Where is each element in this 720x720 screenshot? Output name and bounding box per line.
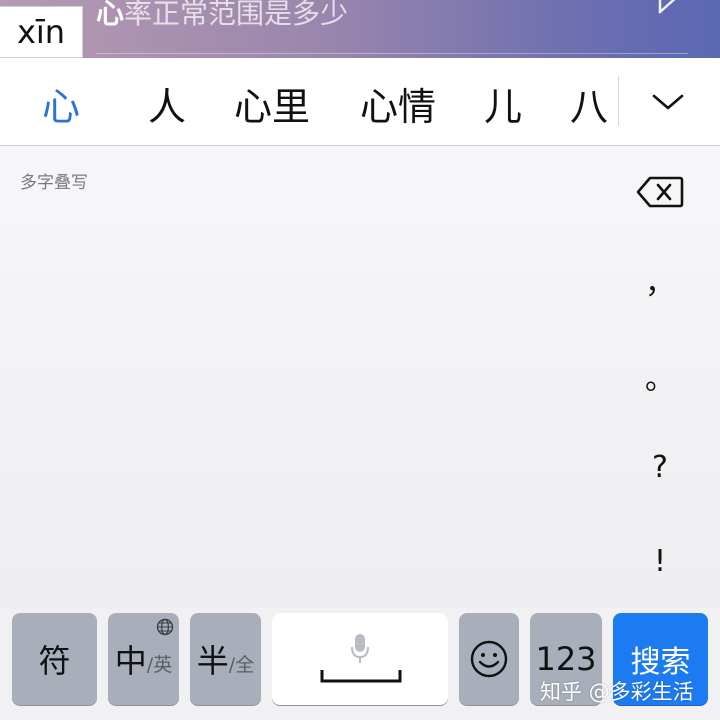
handwriting-area[interactable]: 多字叠写 ， 。 ? ! — [0, 146, 720, 608]
half-width-label: 半 — [196, 642, 229, 680]
back-arrow-icon[interactable] — [654, 0, 688, 22]
emoji-key[interactable] — [459, 613, 519, 705]
chevron-down-icon — [652, 94, 684, 110]
full-width-label: /全 — [228, 653, 255, 676]
expand-candidates-button[interactable] — [640, 80, 696, 124]
delete-icon[interactable] — [636, 174, 684, 210]
symbols-key[interactable]: 符 — [12, 613, 97, 705]
candidate-divider — [618, 76, 619, 126]
search-query-suggestion: 率正常范围是多少 — [124, 0, 349, 30]
half-full-width-key[interactable]: 半/全 — [190, 613, 261, 705]
search-bar[interactable]: 心率正常范围是多少 — [0, 0, 720, 58]
handwriting-mode-hint: 多字叠写 — [20, 173, 88, 193]
question-mark-key[interactable]: ? — [630, 450, 690, 485]
symbols-key-label: 符 — [38, 642, 71, 680]
pinyin-composition: xīn — [0, 6, 83, 58]
comma-key[interactable]: ， — [630, 258, 690, 302]
microphone-icon[interactable] — [350, 633, 370, 665]
search-query-composing: 心 — [96, 0, 125, 30]
numbers-key-label: 123 — [535, 640, 597, 678]
watermark: 知乎 @多彩生活 — [540, 680, 694, 704]
language-toggle-key[interactable]: 中/英 — [108, 613, 179, 705]
chinese-label: 中 — [114, 642, 147, 680]
candidate-item[interactable]: 心情 — [360, 76, 436, 131]
space-key[interactable] — [272, 613, 448, 705]
english-label: /英 — [146, 653, 173, 676]
candidate-bar: 心 人 心里 心情 儿 八 — [0, 58, 720, 146]
search-button-label: 搜索 — [630, 645, 691, 680]
period-key[interactable]: 。 — [630, 354, 690, 398]
smiley-icon — [470, 640, 508, 678]
space-bar-icon — [320, 670, 402, 683]
globe-icon — [156, 618, 174, 636]
search-underline — [96, 53, 688, 54]
candidate-item[interactable]: 心里 — [234, 76, 310, 131]
pinyin-text: xīn — [16, 13, 66, 51]
exclamation-mark-key[interactable]: ! — [630, 544, 690, 579]
candidate-item[interactable]: 八 — [570, 76, 608, 131]
candidate-item[interactable]: 人 — [148, 76, 186, 131]
candidate-item[interactable]: 心 — [42, 76, 80, 131]
candidate-item[interactable]: 儿 — [484, 76, 522, 131]
search-query[interactable]: 心率正常范围是多少 — [96, 0, 348, 32]
